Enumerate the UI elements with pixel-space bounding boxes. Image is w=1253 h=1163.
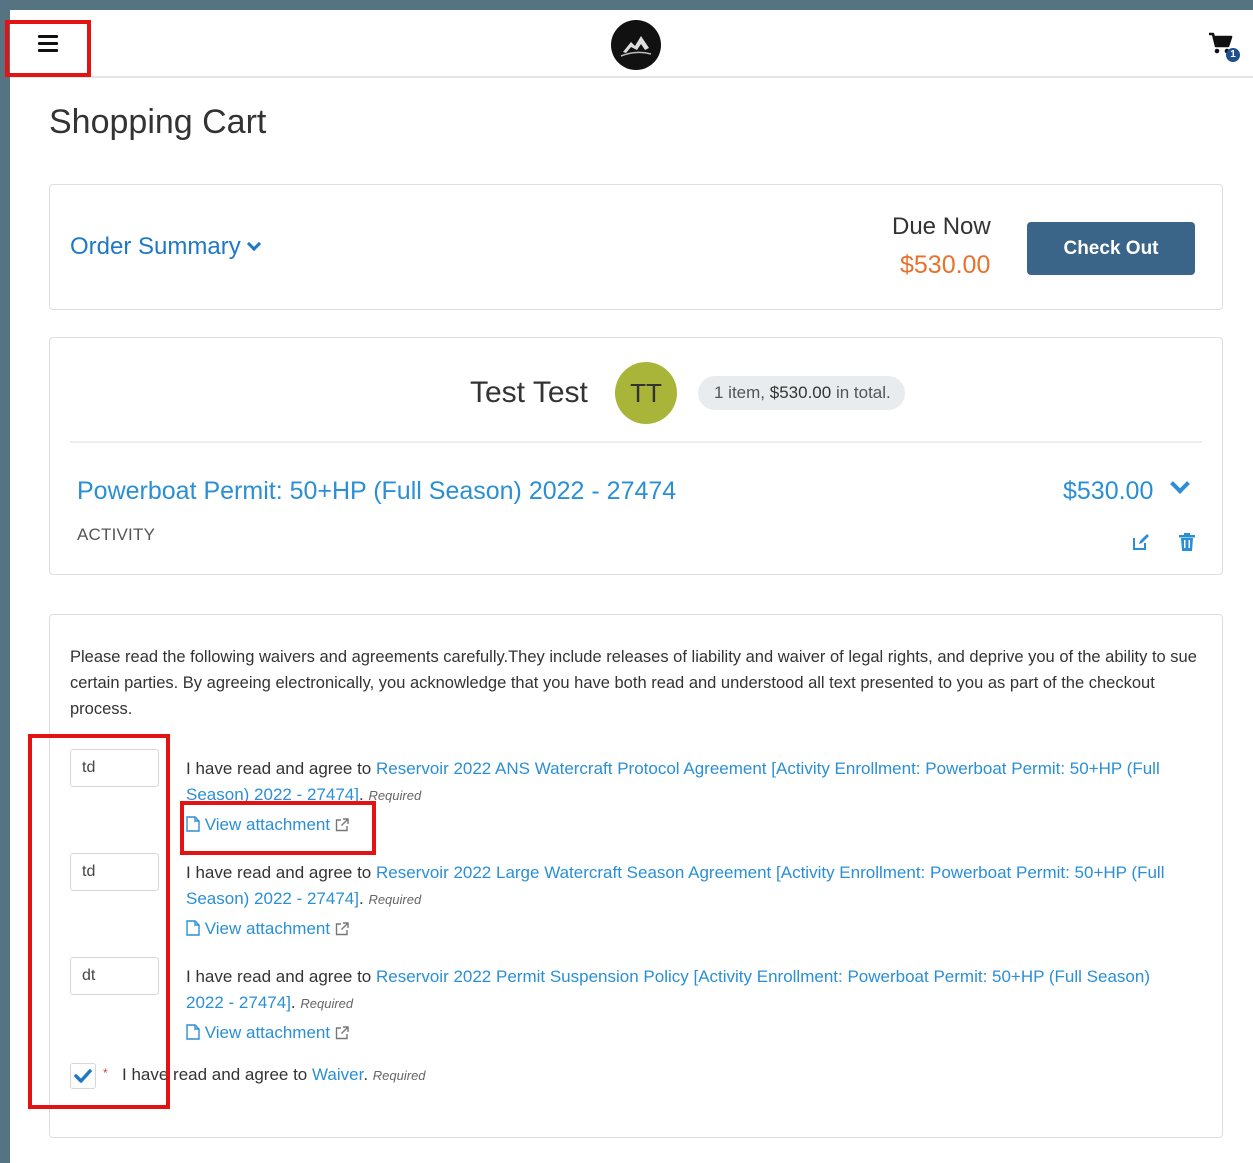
- cart-icon[interactable]: 1: [1208, 32, 1242, 62]
- external-link-icon: [335, 922, 349, 936]
- cart-count-badge: 1: [1226, 48, 1240, 62]
- view-attachment-label: View attachment: [204, 815, 331, 834]
- waiver-checkbox[interactable]: [70, 1063, 96, 1089]
- view-attachment-link[interactable]: View attachment: [186, 919, 349, 939]
- agree-prefix: I have read and agree to: [186, 967, 372, 986]
- checkbox-label-prefix: I have read and agree to: [122, 1065, 308, 1084]
- agree-prefix: I have read and agree to: [186, 759, 372, 778]
- trash-icon[interactable]: [1179, 533, 1195, 551]
- item-type: ACTIVITY: [77, 525, 156, 544]
- initials-input[interactable]: [70, 957, 159, 995]
- order-summary-toggle[interactable]: Order Summary: [70, 233, 261, 261]
- external-link-icon: [335, 818, 349, 832]
- view-attachment-link[interactable]: View attachment: [186, 815, 349, 835]
- item-title-link[interactable]: Powerboat Permit: 50+HP (Full Season) 20…: [77, 477, 676, 506]
- items-count: 1 item,: [714, 383, 766, 402]
- order-summary-card: Order Summary Due Now $530.00 Check Out: [49, 184, 1223, 310]
- item-price: $530.00: [1063, 477, 1154, 505]
- waivers-card: Please read the following waivers and ag…: [49, 614, 1223, 1138]
- due-now-label: Due Now: [892, 213, 991, 240]
- divider: [70, 441, 1202, 443]
- agree-text: I have read and agree to Reservoir 2022 …: [186, 756, 1186, 809]
- waivers-intro: Please read the following waivers and ag…: [70, 648, 1197, 718]
- required-label: Required: [368, 788, 422, 803]
- agree-text: I have read and agree to Reservoir 2022 …: [186, 860, 1186, 913]
- period: .: [358, 889, 364, 908]
- order-summary-label: Order Summary: [70, 233, 241, 260]
- required-label: Required: [300, 996, 354, 1011]
- due-now-amount: $530.00: [900, 251, 991, 279]
- period: .: [363, 1065, 369, 1084]
- period: .: [358, 785, 364, 804]
- document-icon: [186, 1024, 200, 1040]
- customer-name: Test Test: [470, 376, 588, 409]
- required-label: Required: [368, 892, 422, 907]
- edit-icon[interactable]: [1132, 533, 1150, 551]
- waiver-checkbox-row: * I have read and agree to Waiver. Requi…: [70, 1062, 670, 1092]
- view-attachment-link[interactable]: View attachment: [186, 1023, 349, 1043]
- period: .: [290, 993, 296, 1012]
- items-summary-badge: 1 item, $530.00 in total.: [698, 376, 905, 410]
- items-total: $530.00: [769, 383, 832, 402]
- items-suffix: in total.: [835, 383, 891, 402]
- initials-input[interactable]: [70, 853, 159, 891]
- required-asterisk: *: [103, 1066, 108, 1080]
- page: 1 Shopping Cart Order Summary Due Now $5…: [10, 10, 1253, 1163]
- menu-icon[interactable]: [38, 35, 58, 53]
- agree-text: I have read and agree to Reservoir 2022 …: [186, 964, 1186, 1017]
- view-attachment-label: View attachment: [204, 1023, 331, 1042]
- waiver-link[interactable]: Waiver: [312, 1065, 363, 1084]
- checkbox-label: I have read and agree to Waiver. Require…: [122, 1065, 426, 1085]
- view-attachment-label: View attachment: [204, 919, 331, 938]
- agree-prefix: I have read and agree to: [186, 863, 372, 882]
- chevron-down-icon: [246, 236, 261, 252]
- initials-input[interactable]: [70, 749, 159, 787]
- document-icon: [186, 816, 200, 832]
- page-title: Shopping Cart: [49, 103, 267, 141]
- check-out-button[interactable]: Check Out: [1027, 222, 1195, 275]
- document-icon: [186, 920, 200, 936]
- external-link-icon: [335, 1026, 349, 1040]
- brand-logo[interactable]: [611, 20, 661, 70]
- checkmark-icon: [74, 1069, 92, 1083]
- avatar: TT: [615, 362, 677, 424]
- expand-chevron-icon[interactable]: [1170, 474, 1190, 494]
- cart-item-card: Test Test TT 1 item, $530.00 in total. P…: [49, 337, 1223, 575]
- top-bar: 1: [10, 10, 1253, 78]
- required-label: Required: [372, 1068, 426, 1083]
